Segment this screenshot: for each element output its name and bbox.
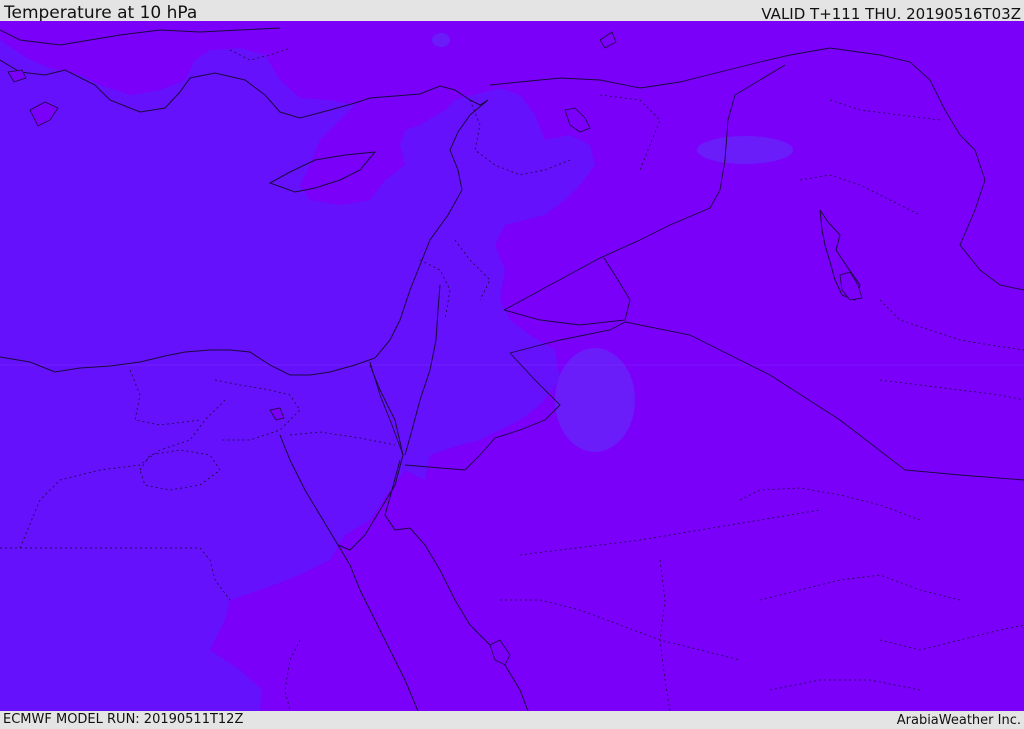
footer-bar: ECMWF MODEL RUN: 20190511T12Z ArabiaWeat… [0, 711, 1024, 729]
cool-patch-jordan [555, 348, 635, 452]
model-run-label: ECMWF MODEL RUN: 20190511T12Z [3, 712, 244, 727]
temperature-map [0, 21, 1024, 711]
cool-patch-north [432, 33, 450, 47]
cool-patch-syria [697, 136, 793, 164]
header-bar: Temperature at 10 hPa VALID T+111 THU. 2… [0, 0, 1024, 23]
credit-label: ArabiaWeather Inc. [896, 713, 1021, 728]
map-title: Temperature at 10 hPa [4, 3, 198, 23]
